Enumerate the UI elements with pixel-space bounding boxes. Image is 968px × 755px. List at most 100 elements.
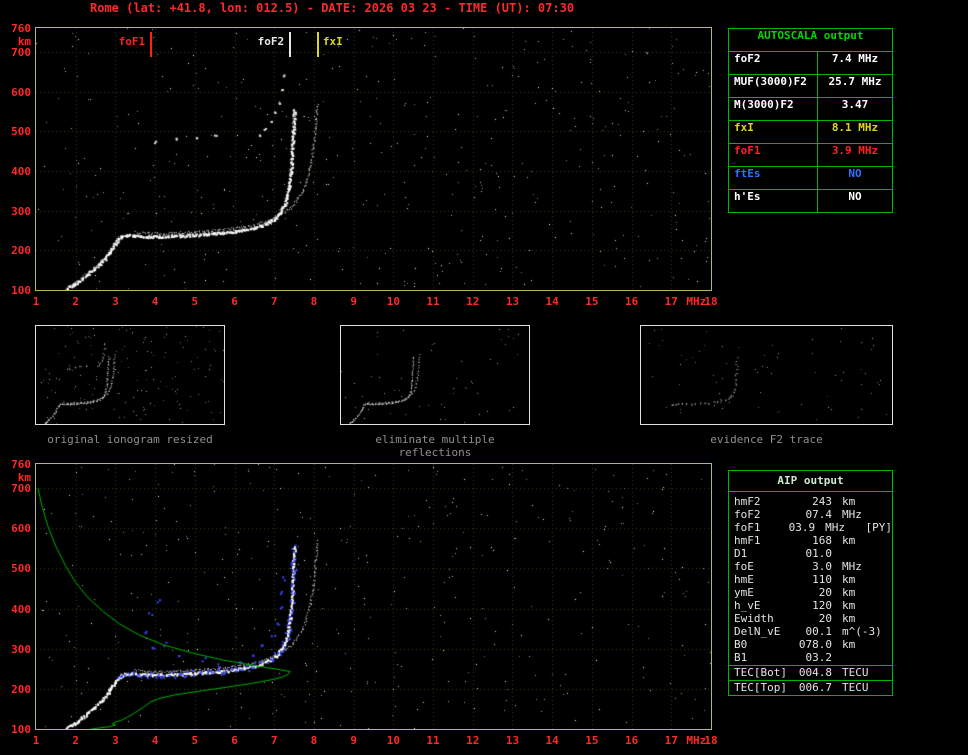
aip-row-unit: km [842, 612, 856, 625]
x-tick-label: 6 [231, 295, 238, 308]
y-tick-label: 400 [11, 164, 31, 178]
autoscala-row-label: foF2 [729, 52, 818, 74]
aip-output-title: AIP output [729, 471, 892, 492]
aip-row-name: Ewidth [734, 612, 774, 625]
y-tick-label: 760 [11, 458, 31, 471]
aip-row-extra [886, 534, 892, 547]
aip-row-extra [886, 651, 892, 664]
aip-row-hmf1: hmF1 168 km [729, 534, 892, 547]
aip-row-tec-top-: TEC[Top] 006.7 TECU [729, 680, 892, 695]
aip-row-name: D1 [734, 547, 748, 560]
aip-row-value: 03.9 [788, 521, 816, 534]
x-tick-label: 14 [545, 734, 559, 747]
aip-row-value: 20 [818, 612, 832, 625]
autoscala-row-label: MUF(3000)F2 [729, 75, 818, 97]
aip-output-table: AIP output hmF2 243 km foF2 07.4 MHz foF1 03.9 M… [728, 470, 893, 696]
aip-row-value: 07.4 [805, 508, 833, 521]
aip-row-unit: km [842, 586, 856, 599]
autoscala-output-title: AUTOSCALA output [729, 29, 892, 52]
y-axis-unit: km [17, 35, 31, 48]
x-tick-label: 15 [585, 295, 599, 308]
aip-row-extra [886, 508, 892, 521]
thumbnail-label-reflections: eliminate multiple reflections [375, 433, 495, 459]
x-tick-label: 9 [350, 734, 357, 747]
autoscala-row-value: 7.4 MHz [831, 52, 879, 65]
aip-row-deln-ve: DelN_vE 00.1 m^(-3) [729, 625, 892, 638]
aip-row-tec-bot-: TEC[Bot] 004.8 TECU [729, 665, 892, 680]
aip-row-name: foF2 [734, 508, 761, 521]
aip-row-extra [886, 560, 892, 573]
y-tick-label: 300 [11, 642, 31, 656]
x-tick-label: 12 [466, 734, 480, 747]
x-tick-label: 16 [624, 295, 639, 308]
aip-row-fof2: foF2 07.4 MHz [729, 508, 892, 521]
autoscala-row-label: M(3000)F2 [729, 98, 818, 120]
aip-row-name: foE [734, 560, 754, 573]
x-tick-label: 11 [426, 734, 440, 747]
thumbnail-canvas-reflections [341, 326, 529, 424]
thumbnail-canvas-original [36, 326, 224, 424]
autoscala-row-value: 3.9 MHz [831, 144, 879, 157]
aip-row-extra [886, 681, 892, 695]
aip-row-unit: MHz [842, 560, 862, 573]
y-tick-label: 100 [11, 284, 31, 297]
autoscala-row-label: fxI [729, 121, 818, 143]
autoscala-row-fxI: fxI 8.1 MHz [729, 121, 892, 144]
y-tick-label: 500 [11, 562, 31, 576]
autoscala-row-label: foF1 [729, 144, 818, 166]
aip-row-value: 00.1 [805, 625, 833, 638]
autoscala-row-hEs: h'Es NO [729, 190, 892, 212]
x-tick-label: 10 [386, 295, 400, 308]
y-tick-label: 400 [11, 602, 31, 616]
x-tick-label: 14 [545, 295, 559, 308]
aip-row-name: B0 [734, 638, 748, 651]
aip-row-name: B1 [734, 651, 748, 664]
autoscala-row-m3000f2: M(3000)F2 3.47 [729, 98, 892, 121]
thumbnail-label-evidence-f2: evidence F2 trace [710, 433, 823, 446]
aip-row-value: 243 [812, 495, 832, 508]
aip-row-extra [886, 666, 892, 680]
ionogram-plot-main: foF1 foF2 fxI [35, 27, 712, 291]
foF2-marker-label: foF2 [257, 35, 285, 48]
aip-row-name: DelN_vE [734, 625, 781, 638]
aip-row-unit: km [842, 599, 856, 612]
aip-row-extra [886, 638, 892, 651]
aip-row-unit: MHz [825, 521, 845, 534]
aip-row-name: TEC[Top] [734, 681, 787, 694]
foF1-marker-line [150, 32, 153, 57]
autoscala-row-value: NO [848, 167, 862, 180]
x-tick-label: 2 [72, 734, 80, 747]
aip-row-unit: km [842, 495, 856, 508]
x-tick-label: 3 [112, 295, 119, 308]
x-tick-label: 7 [270, 295, 278, 308]
x-tick-label: 11 [426, 295, 440, 308]
fxI-marker-line [316, 32, 319, 57]
autoscala-row-label: h'Es [729, 190, 818, 212]
aip-table-tec: TEC[Bot] 004.8 TECU TEC[Top] 006.7 TECU [729, 665, 892, 695]
aip-row-extra [886, 612, 892, 625]
aip-row-extra [886, 573, 892, 586]
autoscala-output-table: AUTOSCALA output foF2 7.4 MHz MUF(3000)F… [728, 28, 893, 213]
x-tick-label: 4 [151, 734, 159, 747]
x-tick-label: 1 [32, 295, 40, 308]
aip-row-name: TEC[Bot] [734, 666, 787, 679]
x-tick-label: 7 [270, 734, 278, 747]
aip-row-name: hmF1 [734, 534, 761, 547]
aip-row-extra [886, 599, 892, 612]
autoscala-row-value: 3.47 [841, 98, 869, 111]
aip-row-b0: B0 078.0 km [729, 638, 892, 651]
x-tick-label: 2 [72, 295, 80, 308]
ionogram-canvas-main [36, 28, 711, 290]
x-tick-label: 13 [505, 734, 520, 747]
aip-row-value: 20 [818, 586, 832, 599]
thumbnail-evidence-f2 [640, 325, 893, 425]
x-tick-label: 5 [191, 295, 199, 308]
y-tick-label: 100 [11, 723, 31, 736]
aip-row-d1: D1 01.0 [729, 547, 892, 560]
x-tick-label: 10 [386, 734, 400, 747]
aip-row-value: 168 [812, 534, 832, 547]
y-tick-label: 300 [11, 204, 31, 218]
y-tick-label: 600 [11, 522, 31, 536]
autoscala-row-foF2: foF2 7.4 MHz [729, 52, 892, 75]
aip-row-h-ve: h_vE 120 km [729, 599, 892, 612]
